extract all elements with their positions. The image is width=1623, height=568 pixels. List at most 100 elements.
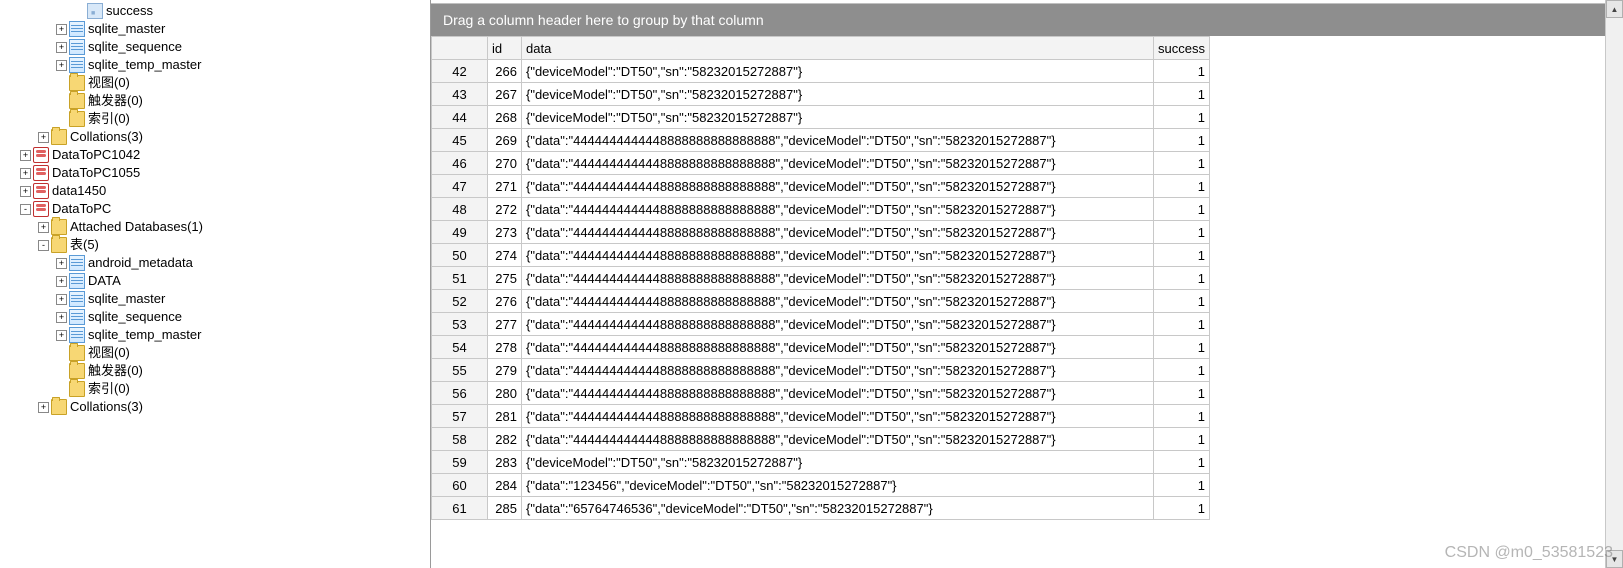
- cell-id[interactable]: 266: [488, 60, 522, 83]
- cell-id[interactable]: 276: [488, 290, 522, 313]
- cell-data[interactable]: {"deviceModel":"DT50","sn":"582320152728…: [522, 83, 1154, 106]
- expand-icon[interactable]: +: [56, 276, 67, 287]
- tree-item[interactable]: +android_metadata: [2, 254, 430, 272]
- cell-id[interactable]: 272: [488, 198, 522, 221]
- tree-item[interactable]: +sqlite_sequence: [2, 308, 430, 326]
- cell-id[interactable]: 274: [488, 244, 522, 267]
- table-row[interactable]: 56280{"data":"44444444444488888888888888…: [432, 382, 1210, 405]
- table-row[interactable]: 47271{"data":"44444444444488888888888888…: [432, 175, 1210, 198]
- data-grid[interactable]: id data success 42266{"deviceModel":"DT5…: [431, 36, 1210, 520]
- table-row[interactable]: 53277{"data":"44444444444488888888888888…: [432, 313, 1210, 336]
- cell-success[interactable]: 1: [1154, 267, 1210, 290]
- cell-data[interactable]: {"data":"4444444444448888888888888888","…: [522, 152, 1154, 175]
- table-row[interactable]: 54278{"data":"44444444444488888888888888…: [432, 336, 1210, 359]
- cell-id[interactable]: 269: [488, 129, 522, 152]
- cell-success[interactable]: 1: [1154, 405, 1210, 428]
- scroll-down-icon[interactable]: ▼: [1606, 550, 1623, 568]
- cell-success[interactable]: 1: [1154, 198, 1210, 221]
- cell-id[interactable]: 285: [488, 497, 522, 520]
- cell-id[interactable]: 267: [488, 83, 522, 106]
- table-row[interactable]: 57281{"data":"44444444444488888888888888…: [432, 405, 1210, 428]
- cell-success[interactable]: 1: [1154, 497, 1210, 520]
- table-row[interactable]: 48272{"data":"44444444444488888888888888…: [432, 198, 1210, 221]
- cell-success[interactable]: 1: [1154, 106, 1210, 129]
- database-tree[interactable]: success+sqlite_master+sqlite_sequence+sq…: [0, 0, 430, 568]
- cell-data[interactable]: {"data":"4444444444448888888888888888","…: [522, 198, 1154, 221]
- tree-item[interactable]: +DataToPC1055: [2, 164, 430, 182]
- cell-success[interactable]: 1: [1154, 221, 1210, 244]
- cell-data[interactable]: {"data":"4444444444448888888888888888","…: [522, 290, 1154, 313]
- tree-item[interactable]: +sqlite_master: [2, 20, 430, 38]
- cell-id[interactable]: 281: [488, 405, 522, 428]
- tree-item[interactable]: +sqlite_temp_master: [2, 56, 430, 74]
- expand-icon[interactable]: +: [20, 150, 31, 161]
- expand-icon[interactable]: +: [56, 60, 67, 71]
- tree-item[interactable]: 索引(0): [2, 110, 430, 128]
- tree-item[interactable]: -表(5): [2, 236, 430, 254]
- col-success[interactable]: success: [1154, 37, 1210, 60]
- expand-icon[interactable]: +: [56, 42, 67, 53]
- cell-data[interactable]: {"data":"4444444444448888888888888888","…: [522, 405, 1154, 428]
- cell-data[interactable]: {"data":"4444444444448888888888888888","…: [522, 382, 1154, 405]
- cell-id[interactable]: 275: [488, 267, 522, 290]
- col-rownum[interactable]: [432, 37, 488, 60]
- table-row[interactable]: 42266{"deviceModel":"DT50","sn":"5823201…: [432, 60, 1210, 83]
- cell-id[interactable]: 278: [488, 336, 522, 359]
- cell-data[interactable]: {"data":"4444444444448888888888888888","…: [522, 336, 1154, 359]
- table-row[interactable]: 55279{"data":"44444444444488888888888888…: [432, 359, 1210, 382]
- cell-success[interactable]: 1: [1154, 83, 1210, 106]
- cell-id[interactable]: 271: [488, 175, 522, 198]
- cell-data[interactable]: {"data":"65764746536","deviceModel":"DT5…: [522, 497, 1154, 520]
- cell-id[interactable]: 268: [488, 106, 522, 129]
- cell-success[interactable]: 1: [1154, 428, 1210, 451]
- tree-item[interactable]: +DataToPC1042: [2, 146, 430, 164]
- tree-item[interactable]: +sqlite_sequence: [2, 38, 430, 56]
- tree-item[interactable]: +DATA: [2, 272, 430, 290]
- cell-data[interactable]: {"data":"4444444444448888888888888888","…: [522, 175, 1154, 198]
- table-row[interactable]: 45269{"data":"44444444444488888888888888…: [432, 129, 1210, 152]
- scroll-up-icon[interactable]: ▲: [1606, 0, 1623, 18]
- table-row[interactable]: 43267{"deviceModel":"DT50","sn":"5823201…: [432, 83, 1210, 106]
- table-row[interactable]: 59283{"deviceModel":"DT50","sn":"5823201…: [432, 451, 1210, 474]
- tree-item[interactable]: +data1450: [2, 182, 430, 200]
- expand-icon[interactable]: +: [38, 222, 49, 233]
- cell-data[interactable]: {"deviceModel":"DT50","sn":"582320152728…: [522, 106, 1154, 129]
- cell-id[interactable]: 283: [488, 451, 522, 474]
- collapse-icon[interactable]: -: [20, 204, 31, 215]
- cell-success[interactable]: 1: [1154, 336, 1210, 359]
- vertical-scrollbar[interactable]: ▲ ▼: [1605, 0, 1623, 568]
- cell-data[interactable]: {"deviceModel":"DT50","sn":"582320152728…: [522, 60, 1154, 83]
- expand-icon[interactable]: +: [20, 168, 31, 179]
- cell-data[interactable]: {"deviceModel":"DT50","sn":"582320152728…: [522, 451, 1154, 474]
- group-by-bar[interactable]: Drag a column header here to group by th…: [431, 4, 1623, 36]
- tree-item[interactable]: +Collations(3): [2, 398, 430, 416]
- cell-success[interactable]: 1: [1154, 175, 1210, 198]
- tree-item[interactable]: 触发器(0): [2, 362, 430, 380]
- tree-item[interactable]: +Collations(3): [2, 128, 430, 146]
- cell-id[interactable]: 270: [488, 152, 522, 175]
- cell-data[interactable]: {"data":"4444444444448888888888888888","…: [522, 129, 1154, 152]
- expand-icon[interactable]: +: [56, 294, 67, 305]
- cell-id[interactable]: 277: [488, 313, 522, 336]
- tree-item[interactable]: +sqlite_master: [2, 290, 430, 308]
- cell-success[interactable]: 1: [1154, 382, 1210, 405]
- table-row[interactable]: 61285{"data":"65764746536","deviceModel"…: [432, 497, 1210, 520]
- cell-data[interactable]: {"data":"4444444444448888888888888888","…: [522, 221, 1154, 244]
- cell-success[interactable]: 1: [1154, 152, 1210, 175]
- tree-item[interactable]: 视图(0): [2, 74, 430, 92]
- cell-data[interactable]: {"data":"4444444444448888888888888888","…: [522, 267, 1154, 290]
- collapse-icon[interactable]: -: [38, 240, 49, 251]
- cell-data[interactable]: {"data":"4444444444448888888888888888","…: [522, 244, 1154, 267]
- table-row[interactable]: 58282{"data":"44444444444488888888888888…: [432, 428, 1210, 451]
- tree-item[interactable]: +Attached Databases(1): [2, 218, 430, 236]
- table-row[interactable]: 49273{"data":"44444444444488888888888888…: [432, 221, 1210, 244]
- cell-id[interactable]: 284: [488, 474, 522, 497]
- col-id[interactable]: id: [488, 37, 522, 60]
- expand-icon[interactable]: +: [20, 186, 31, 197]
- cell-data[interactable]: {"data":"123456","deviceModel":"DT50","s…: [522, 474, 1154, 497]
- expand-icon[interactable]: +: [38, 402, 49, 413]
- expand-icon[interactable]: +: [56, 312, 67, 323]
- table-row[interactable]: 52276{"data":"44444444444488888888888888…: [432, 290, 1210, 313]
- tree-item[interactable]: success: [2, 2, 430, 20]
- table-row[interactable]: 46270{"data":"44444444444488888888888888…: [432, 152, 1210, 175]
